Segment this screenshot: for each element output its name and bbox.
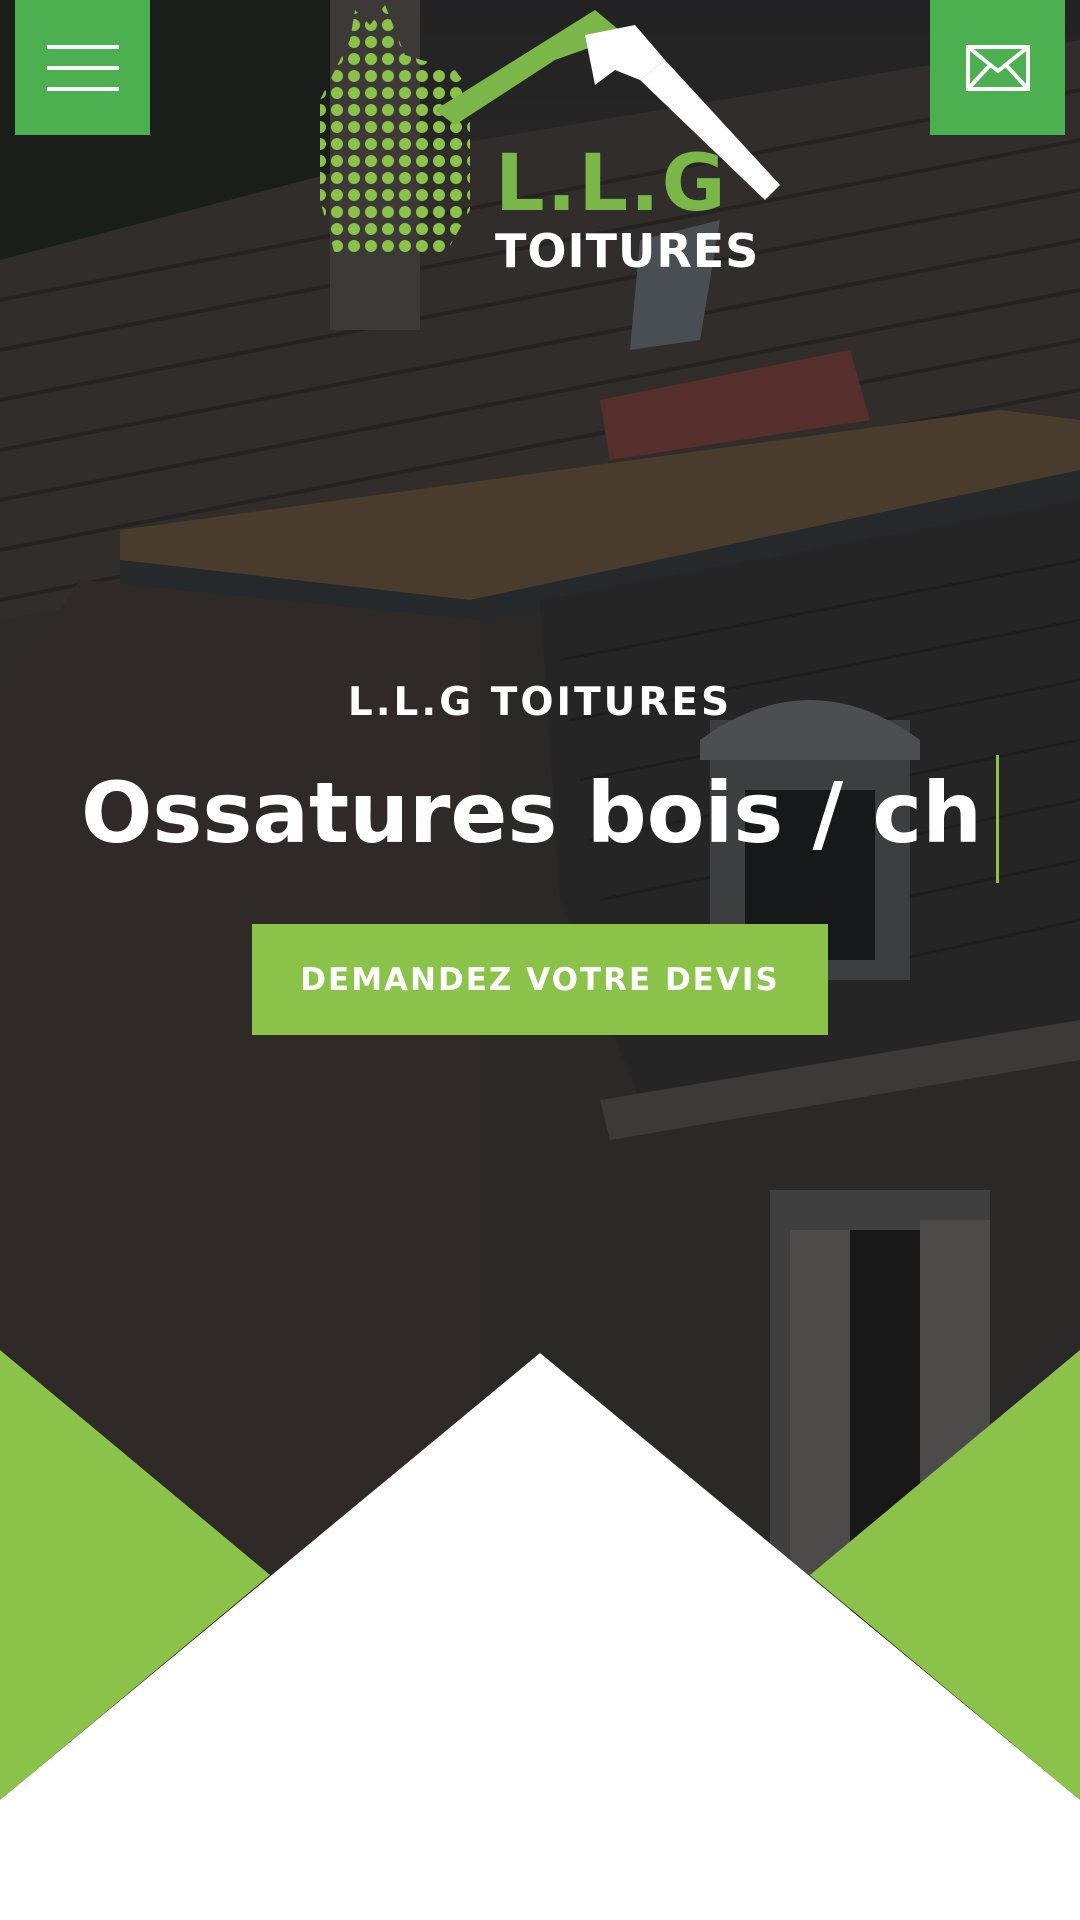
hero-kicker: L.L.G TOITURES (347, 680, 733, 725)
hamburger-icon (46, 44, 119, 91)
logo-name: L.L.G (495, 139, 728, 229)
envelope-icon (965, 44, 1030, 91)
logo-subtitle: TOITURES (495, 224, 760, 278)
site-logo[interactable]: L.L.G TOITURES (295, 0, 790, 285)
hero-headline-text: Ossatures bois / ch (80, 763, 983, 862)
contact-mail-button[interactable] (930, 0, 1065, 135)
menu-button[interactable] (15, 0, 150, 135)
hero-headline: Ossatures bois / ch (0, 755, 1080, 883)
request-quote-button[interactable]: DEMANDEZ VOTRE DEVIS (252, 924, 828, 1035)
typing-cursor (996, 755, 1000, 883)
